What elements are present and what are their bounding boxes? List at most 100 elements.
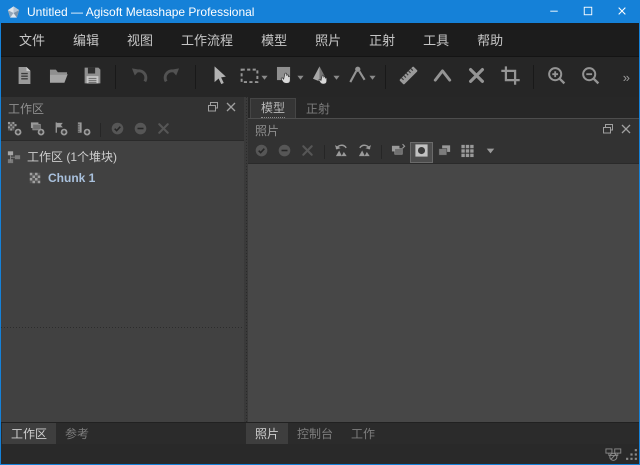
photos-panel-header: 照片	[248, 119, 639, 141]
undo-icon	[128, 65, 149, 89]
menu-item[interactable]: 文件	[5, 30, 59, 49]
dropdown-caret-icon	[297, 74, 304, 81]
photos-panel: 照片	[248, 119, 639, 422]
angle-button[interactable]	[426, 61, 459, 93]
bottom-tab-bar: 工作区参考 照片控制台工作	[1, 422, 639, 444]
menu-item[interactable]: 帮助	[463, 30, 517, 49]
main-area: 工作区 工作区 (1个堆块)Chunk 1 模型正射 照片	[1, 97, 639, 422]
workspace-panel-title: 工作区	[8, 100, 44, 117]
thumbnails-view-button[interactable]	[434, 143, 455, 162]
add-chunk-icon	[7, 121, 22, 139]
draw-point-button[interactable]	[344, 61, 379, 93]
dock-tab-工作区[interactable]: 工作区	[2, 423, 56, 444]
zoom-out-button[interactable]	[574, 61, 607, 93]
workspace-panel-buttons	[207, 101, 237, 116]
bottom-tabs-center: 照片控制台工作	[246, 423, 384, 444]
bottom-tabs-left: 工作区参考	[1, 423, 246, 444]
menu-item[interactable]: 工具	[409, 30, 463, 49]
toolbar-separator	[195, 65, 196, 89]
save-button[interactable]	[76, 61, 109, 93]
workspace-tree-icon	[7, 150, 21, 164]
float-panel-icon	[602, 123, 614, 138]
menu-item[interactable]: 正射	[355, 30, 409, 49]
rotate-left-button[interactable]	[331, 143, 352, 162]
dock-tab-参考[interactable]: 参考	[56, 423, 98, 444]
undo-button	[122, 61, 155, 93]
dock-tab-控制台[interactable]: 控制台	[288, 423, 342, 444]
add-scalebar-icon	[76, 121, 91, 139]
disable-icon	[277, 143, 292, 161]
network-status-icon[interactable]	[605, 448, 622, 461]
crop-icon	[500, 65, 521, 89]
add-scalebar-button[interactable]	[73, 120, 94, 139]
float-panel-button[interactable]	[602, 123, 614, 138]
dock-tab-工作[interactable]: 工作	[342, 423, 384, 444]
add-chunk-button[interactable]	[4, 120, 25, 139]
tree-item[interactable]: 工作区 (1个堆块)	[1, 146, 244, 167]
toolbar-separator	[381, 145, 382, 159]
menu-bar: 文件编辑视图工作流程模型照片正射工具帮助	[1, 23, 639, 57]
close-button[interactable]	[605, 1, 639, 23]
caret-down-icon	[483, 143, 498, 161]
chunk-icon	[28, 171, 42, 185]
menu-item[interactable]: 编辑	[59, 30, 113, 49]
minimize-button[interactable]	[537, 1, 571, 23]
filter-photos-button[interactable]	[388, 143, 409, 162]
grid-view-button[interactable]	[457, 143, 478, 162]
filter-photos-icon	[391, 143, 406, 161]
maximize-button[interactable]	[571, 1, 605, 23]
image-view-button[interactable]	[411, 143, 432, 162]
menu-item[interactable]: 视图	[113, 30, 167, 49]
dock-tab-照片[interactable]: 照片	[246, 423, 288, 444]
application-window: Untitled — Agisoft Metashape Professiona…	[0, 0, 640, 465]
ruler-icon	[398, 65, 419, 89]
disable-button	[274, 143, 295, 162]
rotate-object-button[interactable]	[308, 61, 343, 93]
add-marker-button[interactable]	[50, 120, 71, 139]
minimize-icon	[549, 5, 559, 19]
image-view-icon	[414, 143, 429, 161]
crop-button[interactable]	[494, 61, 527, 93]
close-icon	[620, 123, 632, 138]
toolbar-separator	[385, 65, 386, 89]
zoom-in-button[interactable]	[540, 61, 573, 93]
photos-content	[248, 164, 639, 422]
close-icon	[225, 101, 237, 116]
navigation-button[interactable]	[272, 61, 307, 93]
title-bar: Untitled — Agisoft Metashape Professiona…	[1, 1, 639, 23]
disable-button	[130, 120, 151, 139]
close-icon	[617, 5, 627, 19]
menu-item[interactable]: 模型	[247, 30, 301, 49]
resize-grip-icon[interactable]	[625, 448, 638, 461]
ruler-button[interactable]	[392, 61, 425, 93]
menu-item[interactable]: 工作流程	[167, 30, 247, 49]
toolbar-separator	[324, 145, 325, 159]
toolbar-overflow-button[interactable]: »	[621, 70, 632, 85]
view-tab-模型[interactable]: 模型	[250, 98, 296, 118]
view-tab-label: 模型	[261, 99, 285, 118]
rectangle-selection-button[interactable]	[236, 61, 271, 93]
delete-button[interactable]	[460, 61, 493, 93]
menu-item[interactable]: 照片	[301, 30, 355, 49]
window-title: Untitled — Agisoft Metashape Professiona…	[27, 5, 254, 19]
window-controls	[537, 1, 639, 23]
close-button[interactable]	[225, 101, 237, 116]
tree-item[interactable]: Chunk 1	[1, 167, 244, 188]
add-photos-button[interactable]	[27, 120, 48, 139]
open-folder-button[interactable]	[42, 61, 75, 93]
rotate-right-button[interactable]	[354, 143, 375, 162]
remove-button	[297, 143, 318, 162]
new-document-button[interactable]	[8, 61, 41, 93]
select-arrow-button[interactable]	[202, 61, 235, 93]
photos-panel-title: 照片	[255, 122, 279, 139]
view-tab-正射[interactable]: 正射	[296, 98, 340, 118]
close-button[interactable]	[620, 123, 632, 138]
redo-button	[156, 61, 189, 93]
thumbnails-view-icon	[437, 143, 452, 161]
remove-icon	[300, 143, 315, 161]
caret-down-button[interactable]	[480, 143, 501, 162]
workspace-panel-header: 工作区	[1, 97, 244, 119]
float-panel-button[interactable]	[207, 101, 219, 116]
workspace-toolbar	[1, 119, 244, 141]
delete-icon	[466, 65, 487, 89]
